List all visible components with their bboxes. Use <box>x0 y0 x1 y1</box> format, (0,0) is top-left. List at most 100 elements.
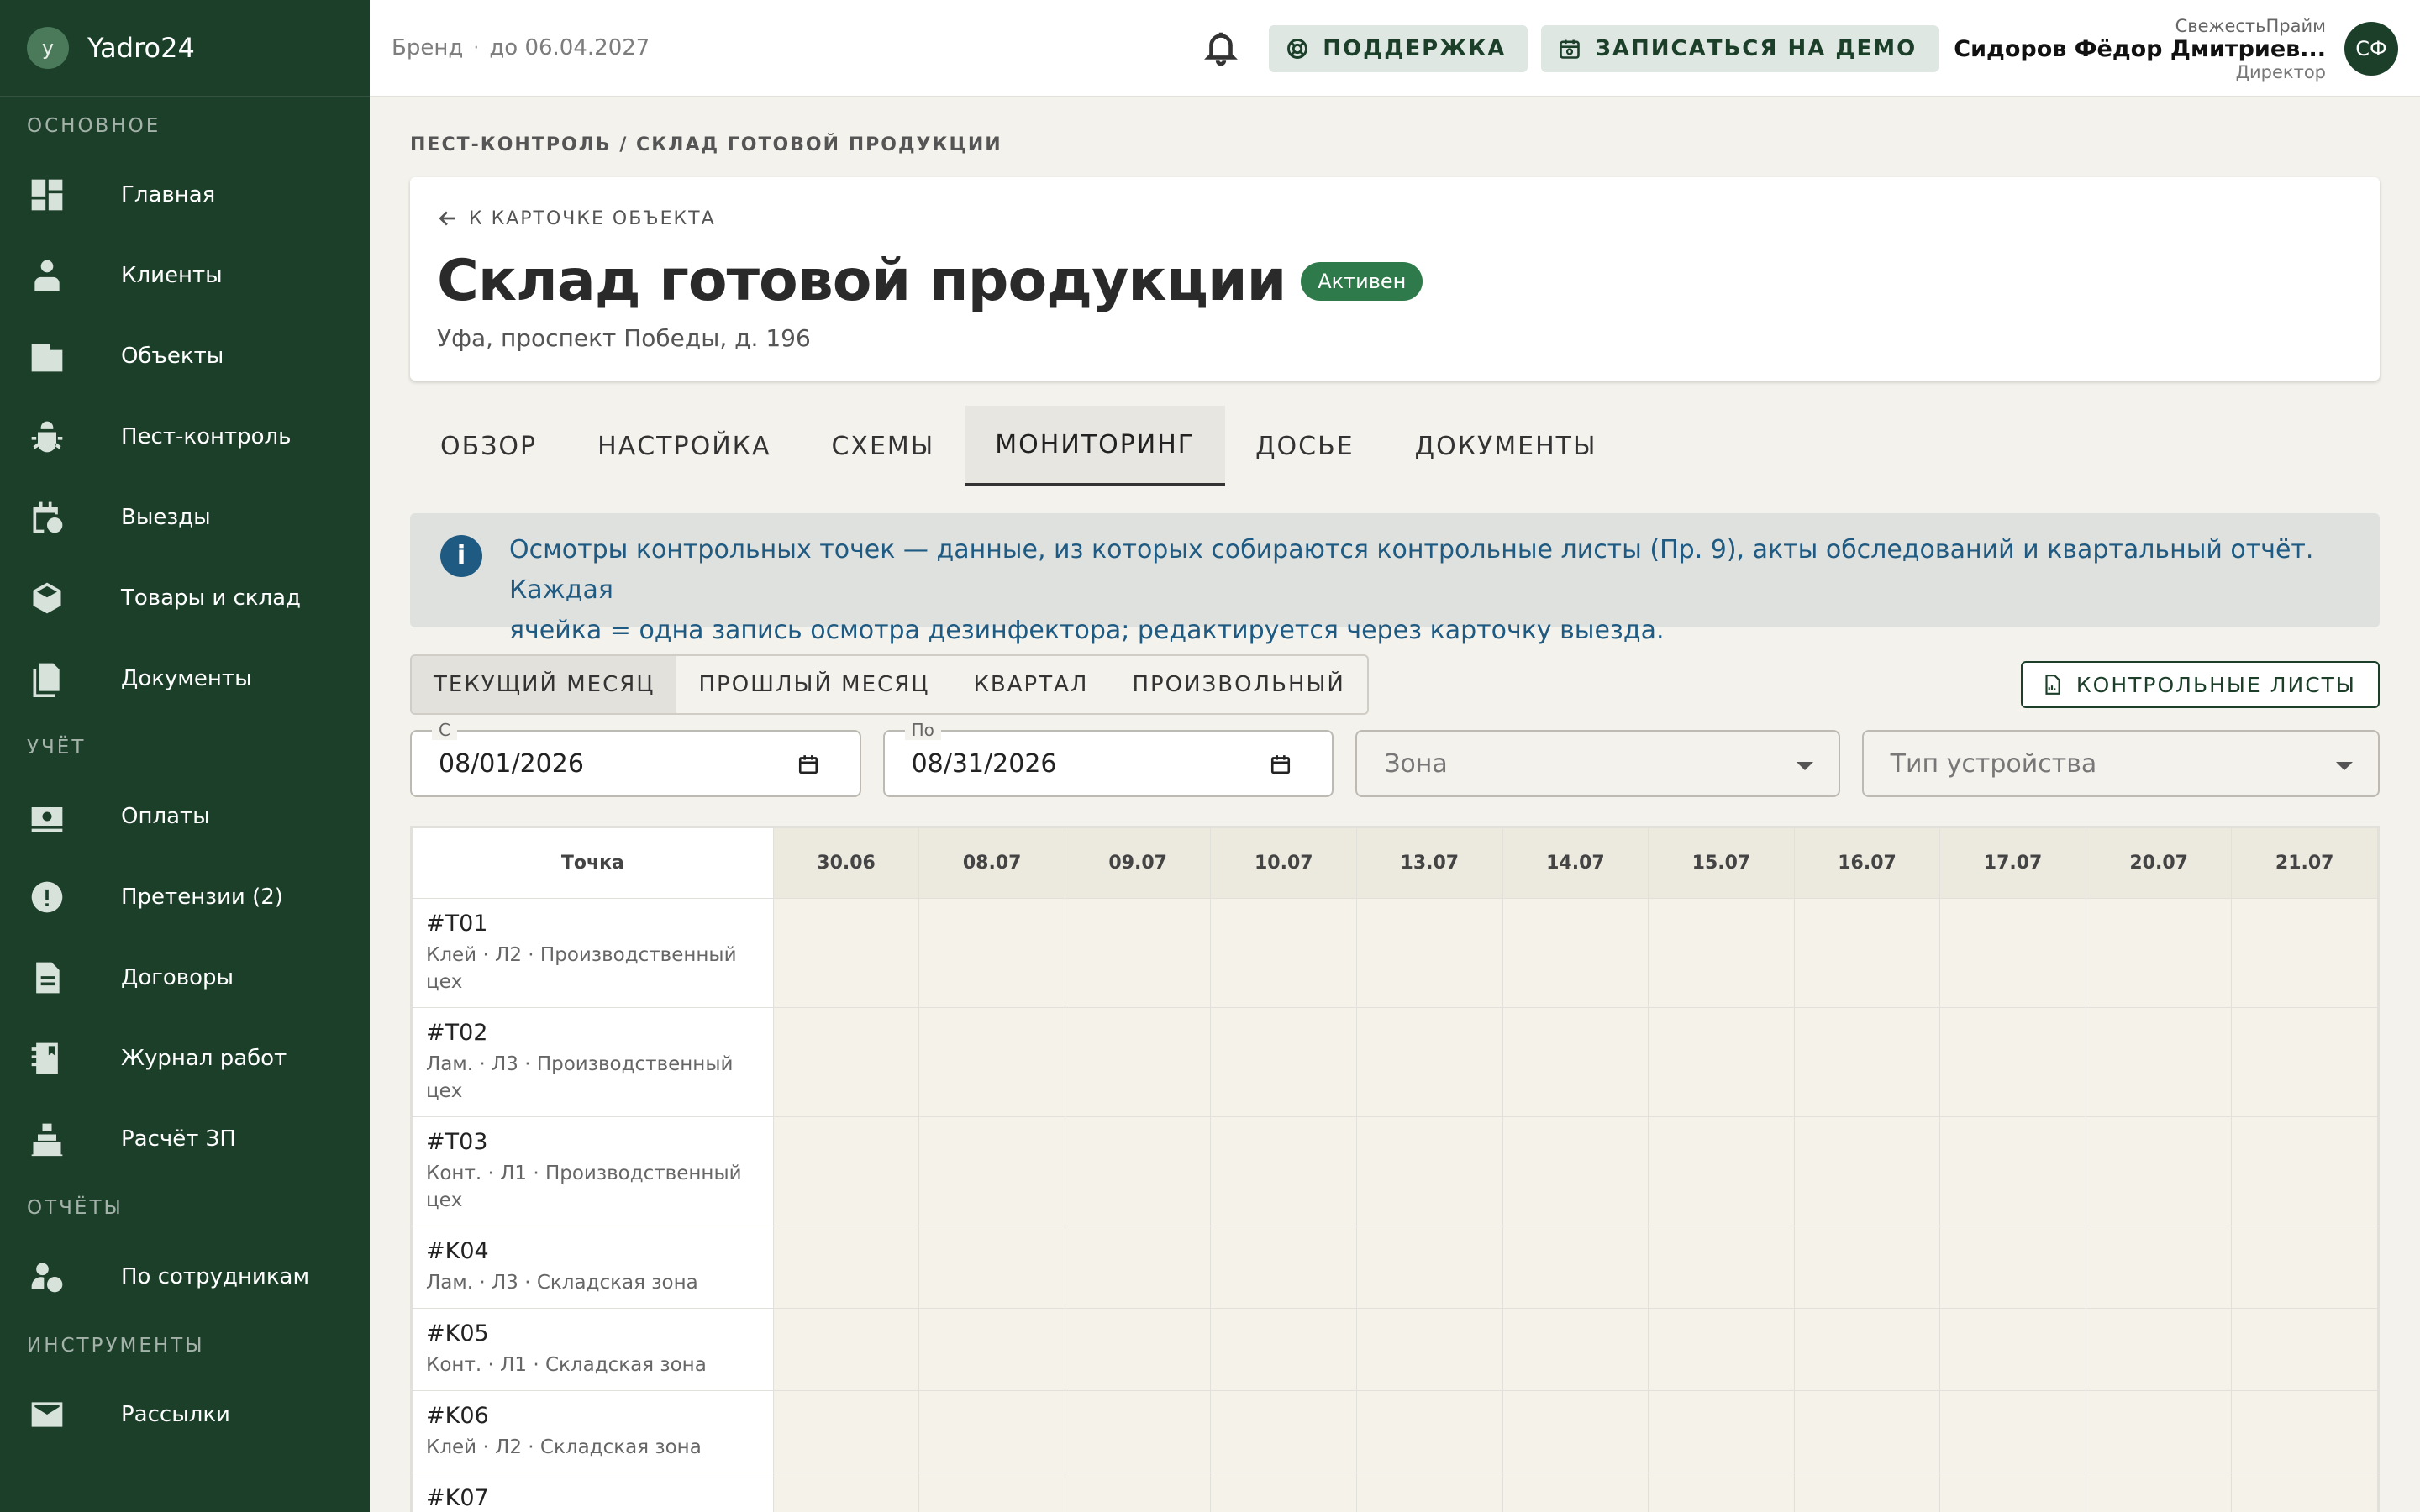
inspection-cell[interactable] <box>1210 1390 1358 1473</box>
sidebar-item[interactable]: Претензии (2) <box>0 857 370 937</box>
inspection-cell[interactable] <box>1648 1116 1795 1226</box>
inspection-cell[interactable] <box>1793 1473 1941 1512</box>
sidebar-item[interactable]: Пест-контроль <box>0 396 370 477</box>
tab[interactable]: СХЕМЫ <box>801 406 965 486</box>
inspection-cell[interactable] <box>1939 1308 2086 1391</box>
point-cell[interactable]: #T03 Конт. · Л1 · Производственный цех <box>412 1116 774 1226</box>
tab[interactable]: НАСТРОЙКА <box>567 406 801 486</box>
inspection-cell[interactable] <box>2231 1007 2378 1117</box>
inspection-cell[interactable] <box>2085 1473 2233 1512</box>
inspection-cell[interactable] <box>2231 1473 2378 1512</box>
inspection-cell[interactable] <box>2085 1226 2233 1309</box>
inspection-cell[interactable] <box>1356 1473 1503 1512</box>
sidebar-item[interactable]: Рассылки <box>0 1374 370 1455</box>
inspection-cell[interactable] <box>2085 1390 2233 1473</box>
sidebar-item[interactable]: Товары и склад <box>0 558 370 638</box>
inspection-cell[interactable] <box>2085 898 2233 1008</box>
inspection-cell[interactable] <box>1793 1308 1941 1391</box>
inspection-cell[interactable] <box>1793 1226 1941 1309</box>
period-option[interactable]: КВАРТАЛ <box>951 656 1110 713</box>
inspection-cell[interactable] <box>1502 1390 1649 1473</box>
point-cell[interactable]: #K07 <box>412 1473 774 1512</box>
sidebar-item[interactable]: Выезды <box>0 477 370 558</box>
inspection-cell[interactable] <box>1210 1007 1358 1117</box>
inspection-cell[interactable] <box>1064 1308 1212 1391</box>
sidebar-item[interactable]: Журнал работ <box>0 1018 370 1099</box>
inspection-cell[interactable] <box>1064 1390 1212 1473</box>
period-option[interactable]: ПРОИЗВОЛЬНЫЙ <box>1110 656 1366 713</box>
inspection-cell[interactable] <box>1939 1226 2086 1309</box>
period-option[interactable]: ТЕКУЩИЙ МЕСЯЦ <box>412 656 677 713</box>
inspection-cell[interactable] <box>1356 898 1503 1008</box>
sidebar-item[interactable]: Клиенты <box>0 235 370 316</box>
app-brand[interactable]: y Yadro24 <box>0 0 370 97</box>
user-info[interactable]: СвежестьПрайм Сидоров Фёдор Дмитриев... … <box>1954 16 2326 82</box>
inspection-cell[interactable] <box>1210 1308 1358 1391</box>
inspection-cell[interactable] <box>1356 1007 1503 1117</box>
calendar-icon[interactable] <box>797 753 819 775</box>
inspection-cell[interactable] <box>1648 898 1795 1008</box>
support-button[interactable]: ПОДДЕРЖКА <box>1269 25 1528 72</box>
avatar[interactable]: СФ <box>2344 22 2398 76</box>
sidebar-item[interactable]: Документы <box>0 638 370 719</box>
inspection-cell[interactable] <box>2231 1390 2378 1473</box>
inspection-cell[interactable] <box>918 1007 1065 1117</box>
inspection-cell[interactable] <box>1064 1473 1212 1512</box>
inspection-cell[interactable] <box>1939 1116 2086 1226</box>
period-option[interactable]: ПРОШЛЫЙ МЕСЯЦ <box>676 656 951 713</box>
sidebar-item[interactable]: Главная <box>0 155 370 235</box>
inspection-cell[interactable] <box>1064 1116 1212 1226</box>
sidebar-item[interactable]: По сотрудникам <box>0 1236 370 1317</box>
inspection-cell[interactable] <box>1356 1226 1503 1309</box>
tab[interactable]: ДОКУМЕНТЫ <box>1385 406 1628 486</box>
inspection-cell[interactable] <box>1648 1226 1795 1309</box>
inspection-cell[interactable] <box>918 1116 1065 1226</box>
inspection-cell[interactable] <box>1356 1390 1503 1473</box>
inspection-cell[interactable] <box>1939 1473 2086 1512</box>
date-from-field[interactable]: С 08/01/2026 <box>410 720 861 797</box>
inspection-cell[interactable] <box>1502 1116 1649 1226</box>
inspection-cell[interactable] <box>1064 898 1212 1008</box>
checklists-button[interactable]: КОНТРОЛЬНЫЕ ЛИСТЫ <box>2020 661 2380 708</box>
back-to-object-link[interactable]: К КАРТОЧКЕ ОБЪЕКТА <box>437 207 2353 229</box>
inspection-cell[interactable] <box>1648 1007 1795 1117</box>
inspection-cell[interactable] <box>772 1007 920 1117</box>
inspection-cell[interactable] <box>918 1390 1065 1473</box>
inspection-cell[interactable] <box>1210 898 1358 1008</box>
device-type-select[interactable]: Тип устройства <box>1861 730 2380 797</box>
inspection-cell[interactable] <box>1502 898 1649 1008</box>
inspection-cell[interactable] <box>1648 1390 1795 1473</box>
inspection-cell[interactable] <box>2231 1308 2378 1391</box>
inspection-cell[interactable] <box>772 1226 920 1309</box>
inspection-cell[interactable] <box>2231 1116 2378 1226</box>
inspection-cell[interactable] <box>1502 1308 1649 1391</box>
inspection-cell[interactable] <box>1793 1007 1941 1117</box>
inspection-cell[interactable] <box>918 898 1065 1008</box>
inspection-cell[interactable] <box>772 898 920 1008</box>
sidebar-item[interactable]: Договоры <box>0 937 370 1018</box>
inspection-cell[interactable] <box>1502 1226 1649 1309</box>
point-cell[interactable]: #T02 Лам. · Л3 · Производственный цех <box>412 1007 774 1117</box>
point-cell[interactable]: #K04 Лам. · Л3 · Складская зона <box>412 1226 774 1309</box>
inspection-cell[interactable] <box>2231 898 2378 1008</box>
inspection-cell[interactable] <box>918 1473 1065 1512</box>
inspection-cell[interactable] <box>1210 1226 1358 1309</box>
inspection-cell[interactable] <box>1793 1116 1941 1226</box>
inspection-cell[interactable] <box>772 1473 920 1512</box>
inspection-cell[interactable] <box>1064 1226 1212 1309</box>
inspection-cell[interactable] <box>2085 1308 2233 1391</box>
book-demo-button[interactable]: ЗАПИСАТЬСЯ НА ДЕМО <box>1541 25 1939 72</box>
inspection-cell[interactable] <box>1793 1390 1941 1473</box>
inspection-cell[interactable] <box>1356 1116 1503 1226</box>
point-cell[interactable]: #K05 Конт. · Л1 · Складская зона <box>412 1308 774 1391</box>
zone-select[interactable]: Зона <box>1355 730 1840 797</box>
inspection-cell[interactable] <box>1210 1116 1358 1226</box>
inspection-cell[interactable] <box>918 1226 1065 1309</box>
tab[interactable]: ДОСЬЕ <box>1225 406 1385 486</box>
point-cell[interactable]: #K06 Клей · Л2 · Складская зона <box>412 1390 774 1473</box>
inspection-cell[interactable] <box>1648 1473 1795 1512</box>
inspection-cell[interactable] <box>772 1308 920 1391</box>
inspection-cell[interactable] <box>1064 1007 1212 1117</box>
tab[interactable]: МОНИТОРИНГ <box>965 406 1226 486</box>
inspection-cell[interactable] <box>1939 1390 2086 1473</box>
